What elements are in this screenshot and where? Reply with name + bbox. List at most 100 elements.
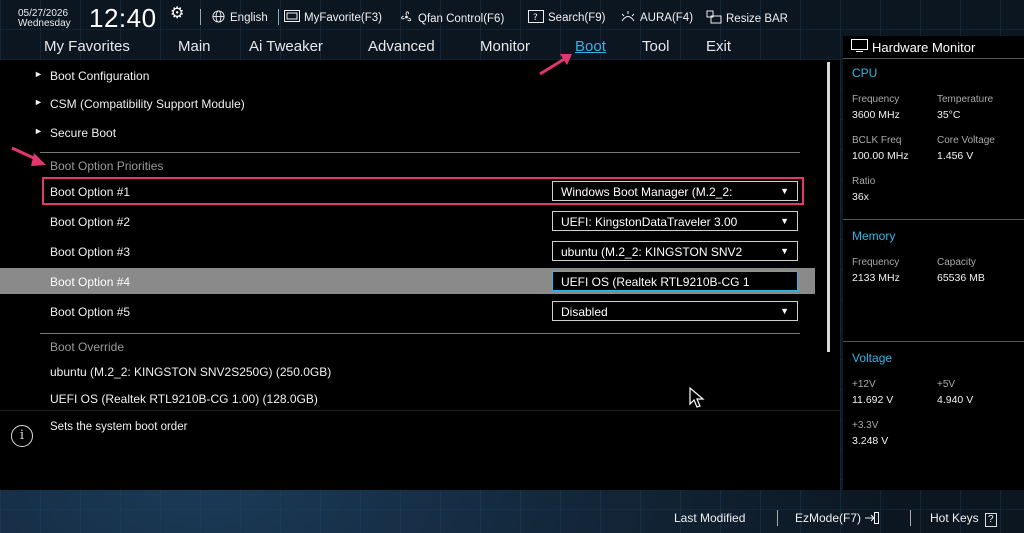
ezmode-label: EzMode(F7)	[795, 511, 862, 525]
cpu-temperature-value: 35°C	[937, 109, 961, 121]
tab-tool[interactable]: Tool	[642, 38, 670, 55]
myfavorite-button[interactable]: MyFavorite(F3)	[284, 10, 382, 25]
favorite-icon	[284, 10, 300, 25]
info-icon: i	[11, 425, 33, 447]
date-display: 05/27/2026 Wednesday	[18, 9, 71, 29]
question-icon: ?	[985, 513, 997, 527]
caret-down-icon: ▼	[780, 216, 789, 226]
mouse-cursor-icon	[689, 387, 705, 408]
tab-ai-tweaker[interactable]: Ai Tweaker	[249, 38, 323, 55]
memory-frequency-label: Frequency	[852, 257, 900, 268]
boot-option-2-select[interactable]: UEFI: KingstonDataTraveler 3.00 ▼	[552, 211, 798, 231]
boot-option-label: Boot Option #3	[50, 245, 131, 259]
gear-icon[interactable]: ⚙	[170, 3, 184, 23]
voltage-section-title: Voltage	[852, 351, 893, 365]
select-value: UEFI OS (Realtek RTL9210B-CG 1	[561, 275, 750, 289]
v5-label: +5V	[937, 379, 956, 390]
boot-option-1-select[interactable]: Windows Boot Manager (M.2_2: ▼	[552, 181, 798, 201]
monitor-icon	[851, 39, 868, 55]
language-label: English	[230, 12, 268, 24]
select-value: Disabled	[561, 305, 608, 319]
separator	[910, 510, 911, 526]
aura-label: AURA(F4)	[640, 12, 694, 24]
boot-option-label: Boot Option #4	[50, 275, 131, 289]
qfan-button[interactable]: Qfan Control(F6)	[398, 10, 504, 27]
submenu-label: CSM (Compatibility Support Module)	[50, 97, 245, 111]
hardware-monitor-panel: Hardware Monitor CPU Frequency Temperatu…	[843, 36, 1024, 490]
caret-down-icon: ▼	[780, 186, 789, 196]
boot-option-label: Boot Option #5	[50, 305, 131, 319]
arrow-right-icon: ►	[34, 69, 43, 79]
memory-section-title: Memory	[852, 229, 896, 243]
fan-icon	[398, 10, 414, 27]
v33-label: +3.3V	[852, 420, 879, 431]
core-voltage-label: Core Voltage	[937, 135, 995, 146]
select-value: Windows Boot Manager (M.2_2:	[561, 185, 733, 199]
boot-option-4-select[interactable]: UEFI OS (Realtek RTL9210B-CG 1	[552, 271, 798, 291]
main-menu: My Favorites Main Ai Tweaker Advanced Mo…	[0, 36, 840, 58]
divider	[40, 152, 800, 153]
submenu-boot-configuration[interactable]: ► Boot Configuration	[0, 62, 815, 88]
ratio-label: Ratio	[852, 176, 876, 187]
boot-option-label: Boot Option #2	[50, 215, 131, 229]
resize-bar-icon	[706, 10, 722, 27]
aura-button[interactable]: AURA(F4)	[620, 10, 693, 26]
top-bar: 05/27/2026 Wednesday 12:40 ⚙ English MyF…	[0, 0, 1024, 36]
boot-option-3-select[interactable]: ubuntu (M.2_2: KINGSTON SNV2 ▼	[552, 241, 798, 261]
v12-value: 11.692 V	[852, 394, 894, 406]
v33-value: 3.248 V	[852, 435, 889, 447]
search-button[interactable]: ? Search(F9)	[528, 10, 606, 26]
tab-exit[interactable]: Exit	[706, 38, 731, 55]
arrow-right-icon: ►	[34, 126, 43, 136]
submenu-csm[interactable]: ► CSM (Compatibility Support Module)	[0, 90, 815, 116]
hw-title-label: Hardware Monitor	[872, 39, 976, 55]
tab-monitor[interactable]: Monitor	[480, 38, 530, 55]
last-modified-button[interactable]: Last Modified	[674, 511, 745, 525]
svg-text:?: ?	[533, 13, 538, 23]
scrollbar[interactable]	[827, 62, 830, 352]
bclk-label: BCLK Freq	[852, 135, 902, 146]
ezmode-button[interactable]: EzMode(F7)	[795, 511, 880, 525]
boot-override-title: Boot Override	[50, 340, 125, 354]
divider	[843, 341, 1024, 342]
tab-boot[interactable]: Boot	[575, 38, 606, 55]
boot-option-label: Boot Option #1	[50, 185, 131, 199]
hardware-monitor-title: Hardware Monitor	[851, 39, 975, 55]
boot-override-item[interactable]: UEFI OS (Realtek RTL9210B-CG 1.00) (128.…	[50, 392, 318, 406]
tab-advanced[interactable]: Advanced	[368, 38, 435, 55]
caret-down-icon: ▼	[780, 246, 789, 256]
annotation-arrow-icon	[539, 54, 572, 76]
search-label: Search(F9)	[548, 12, 606, 24]
divider	[40, 333, 800, 334]
submenu-secure-boot[interactable]: ► Secure Boot	[0, 119, 815, 145]
tab-my-favorites[interactable]: My Favorites	[44, 38, 130, 55]
cpu-frequency-label: Frequency	[852, 94, 900, 105]
hotkeys-label: Hot Keys	[930, 511, 979, 525]
language-button[interactable]: English	[210, 10, 268, 26]
separator	[200, 9, 201, 25]
submenu-label: Secure Boot	[50, 126, 117, 140]
boot-option-5-select[interactable]: Disabled ▼	[552, 301, 798, 321]
select-value: ubuntu (M.2_2: KINGSTON SNV2	[561, 245, 743, 259]
memory-capacity-label: Capacity	[937, 257, 976, 268]
cpu-temperature-label: Temperature	[937, 94, 994, 105]
resize-bar-label: Resize BAR	[726, 12, 788, 25]
boot-override-item[interactable]: ubuntu (M.2_2: KINGSTON SNV2S250G) (250.…	[50, 365, 331, 379]
hotkeys-button[interactable]: Hot Keys ?	[930, 511, 997, 527]
divider	[843, 58, 1024, 59]
help-text: Sets the system boot order	[50, 421, 188, 433]
select-value: UEFI: KingstonDataTraveler 3.00	[561, 215, 738, 229]
v12-label: +12V	[852, 379, 876, 390]
annotation-arrow-icon	[11, 146, 46, 166]
bclk-value: 100.00 MHz	[852, 150, 909, 162]
memory-capacity-value: 65536 MB	[937, 272, 985, 284]
memory-frequency-value: 2133 MHz	[852, 272, 900, 284]
tab-main[interactable]: Main	[178, 38, 211, 55]
resize-bar-button[interactable]: Resize BAR	[706, 10, 788, 27]
help-panel: i Sets the system boot order	[0, 410, 840, 490]
boot-priorities-title: Boot Option Priorities	[50, 159, 164, 173]
ratio-value: 36x	[852, 191, 869, 203]
submenu-label: Boot Configuration	[50, 69, 150, 83]
globe-icon	[210, 10, 226, 26]
caret-down-icon: ▼	[780, 306, 789, 316]
